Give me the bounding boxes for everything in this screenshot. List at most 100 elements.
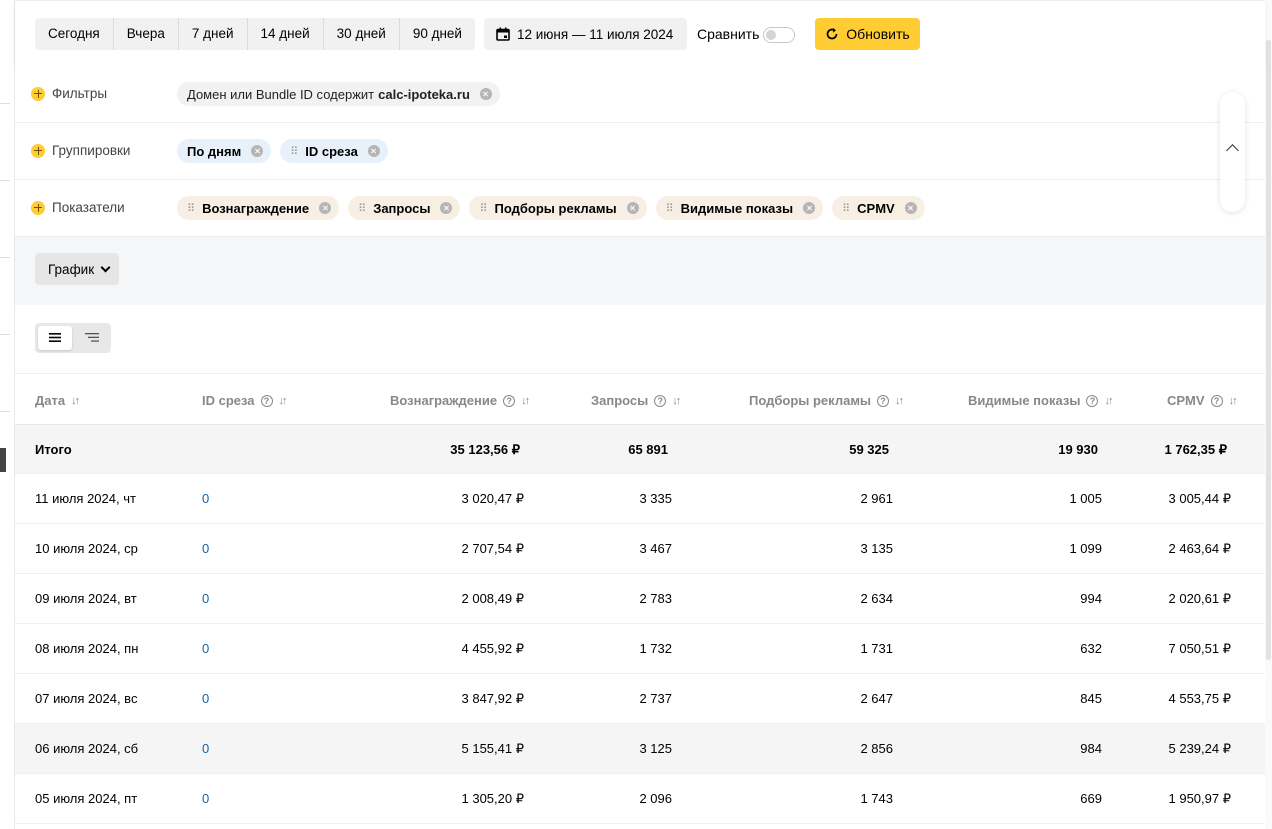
drag-handle-icon[interactable]: ⠿: [358, 202, 366, 215]
help-icon[interactable]: ?: [1210, 394, 1223, 407]
cell-ad-selections: 1 743: [860, 791, 893, 806]
metric-chip-label: CPMV: [857, 200, 895, 216]
column-title: ID среза: [202, 393, 255, 408]
metric-chip-label: Запросы: [373, 200, 431, 216]
column-header-date[interactable]: Дата ↓↑: [35, 393, 80, 408]
sort-icon[interactable]: ↓↑: [672, 395, 681, 407]
remove-metric-icon[interactable]: [803, 202, 816, 214]
cell-slice[interactable]: 0: [202, 791, 209, 806]
plus-icon: [31, 200, 45, 215]
cell-slice[interactable]: 0: [202, 691, 209, 706]
cell-slice[interactable]: 0: [202, 591, 209, 606]
filter-chip-domain[interactable]: Домен или Bundle ID содержит calc-ipotek…: [177, 82, 500, 106]
list-icon: [49, 333, 61, 342]
column-header-ad-selections[interactable]: Подборы рекламы ? ↓↑: [749, 393, 904, 408]
cell-slice[interactable]: 0: [202, 741, 209, 756]
cell-reward: 2 008,49 ₽: [461, 591, 525, 606]
sort-icon[interactable]: ↓↑: [1104, 395, 1113, 407]
cell-ad-selections: 2 961: [860, 491, 893, 506]
grouping-chip-by-days[interactable]: По дням: [177, 139, 272, 163]
metric-chip-reward[interactable]: ⠿ Вознаграждение: [177, 196, 340, 220]
help-icon[interactable]: ?: [1086, 394, 1099, 407]
column-header-slice-id[interactable]: ID среза ? ↓↑: [202, 393, 288, 408]
filter-chip-prefix: Домен или Bundle ID содержит: [187, 86, 375, 102]
metric-chip-visible-impressions[interactable]: ⠿ Видимые показы: [655, 196, 824, 220]
grouping-chip-label: ID среза: [305, 143, 358, 159]
column-header-visible-impressions[interactable]: Видимые показы ? ↓↑: [968, 393, 1113, 408]
column-header-requests[interactable]: Запросы ? ↓↑: [591, 393, 681, 408]
sort-icon[interactable]: ↓↑: [279, 395, 288, 407]
date-range-picker[interactable]: 12 июня — 11 июля 2024: [484, 18, 688, 50]
drag-handle-icon[interactable]: ⠿: [666, 202, 674, 215]
cell-requests: 3 335: [639, 491, 672, 506]
metric-chip-requests[interactable]: ⠿ Запросы: [348, 196, 461, 220]
table-row: 11 июля 2024, чт 0 3 020,47 ₽ 3 335 2 961 1 0…: [15, 474, 1265, 524]
collapse-settings-button[interactable]: [1220, 92, 1245, 212]
period-90-days-button[interactable]: 90 дней: [400, 18, 475, 50]
cell-requests: 3 125: [639, 741, 672, 756]
remove-metric-icon[interactable]: [440, 202, 453, 214]
scrollbar-thumb[interactable]: [1266, 40, 1271, 660]
filter-chip-value: calc-ipoteka.ru: [378, 86, 470, 102]
drag-handle-icon[interactable]: ⠿: [479, 202, 487, 215]
help-icon[interactable]: ?: [877, 394, 890, 407]
add-metric-button[interactable]: Показатели: [31, 200, 125, 215]
compare-toggle[interactable]: [763, 27, 795, 43]
period-yesterday-button[interactable]: Вчера: [114, 18, 179, 50]
cell-requests: 2 096: [639, 791, 672, 806]
metric-chip-label: Подборы рекламы: [494, 200, 617, 216]
cell-visible-impressions: 1 005: [1069, 491, 1102, 506]
page-scrollbar[interactable]: [1265, 0, 1272, 829]
period-30-days-button[interactable]: 30 дней: [324, 18, 400, 50]
cell-slice[interactable]: 0: [202, 491, 209, 506]
remove-metric-icon[interactable]: [904, 202, 917, 214]
refresh-button[interactable]: Обновить: [815, 18, 920, 50]
remove-metric-icon[interactable]: [319, 202, 332, 214]
drag-handle-icon[interactable]: ⠿: [187, 202, 195, 215]
help-icon[interactable]: ?: [654, 394, 667, 407]
grouping-chip-label: По дням: [187, 143, 242, 159]
sort-icon[interactable]: ↓↑: [71, 395, 80, 407]
column-title: Видимые показы: [968, 393, 1081, 408]
drag-handle-icon[interactable]: ⠿: [290, 145, 298, 158]
remove-grouping-icon[interactable]: [251, 145, 264, 157]
table-row: 09 июля 2024, вт 0 2 008,49 ₽ 2 783 2 634 994…: [15, 574, 1265, 624]
date-range-label: 12 июня — 11 июля 2024: [517, 26, 674, 42]
cell-slice[interactable]: 0: [202, 641, 209, 656]
help-icon[interactable]: ?: [260, 394, 273, 407]
cell-ad-selections: 2 856: [860, 741, 893, 756]
add-filter-button[interactable]: Фильтры: [31, 86, 107, 101]
help-icon[interactable]: ?: [503, 394, 516, 407]
flat-view-button[interactable]: [38, 326, 72, 350]
sort-icon[interactable]: ↓↑: [521, 395, 530, 407]
cell-cpmv: 2 020,61 ₽: [1168, 591, 1232, 606]
period-14-days-button[interactable]: 14 дней: [248, 18, 324, 50]
metric-chip-ad-selections[interactable]: ⠿ Подборы рекламы: [469, 196, 647, 220]
sort-icon[interactable]: ↓↑: [895, 395, 904, 407]
column-title: Дата: [35, 393, 66, 408]
metric-chips: ⠿ Вознаграждение ⠿ Запросы ⠿ Подборы рек…: [177, 196, 925, 220]
column-title: Запросы: [591, 393, 649, 408]
column-title: Подборы рекламы: [749, 393, 872, 408]
drag-handle-icon[interactable]: ⠿: [842, 202, 850, 215]
period-today-button[interactable]: Сегодня: [35, 18, 114, 50]
grouping-chip-slice-id[interactable]: ⠿ ID среза: [280, 139, 388, 163]
metric-chip-cpmv[interactable]: ⠿ CPMV: [832, 196, 925, 220]
edge-tick: [0, 103, 10, 104]
chart-toggle-button[interactable]: График: [35, 253, 120, 285]
tree-view-icon[interactable]: [85, 332, 99, 343]
cell-reward: 1 305,20 ₽: [461, 791, 525, 806]
remove-filter-icon[interactable]: [479, 88, 492, 100]
metric-chip-label: Видимые показы: [680, 200, 794, 216]
remove-grouping-icon[interactable]: [367, 145, 380, 157]
add-grouping-button[interactable]: Группировки: [31, 143, 130, 158]
sort-icon[interactable]: ↓↑: [1229, 395, 1238, 407]
edge-tick: [0, 180, 10, 181]
remove-metric-icon[interactable]: [626, 202, 639, 214]
column-header-reward[interactable]: Вознаграждение ? ↓↑: [390, 393, 530, 408]
period-7-days-button[interactable]: 7 дней: [179, 18, 248, 50]
cell-date: 09 июля 2024, вт: [35, 591, 137, 606]
cell-cpmv: 2 463,64 ₽: [1168, 541, 1232, 556]
cell-slice[interactable]: 0: [202, 541, 209, 556]
column-header-cpmv[interactable]: CPMV ? ↓↑: [1167, 393, 1238, 408]
